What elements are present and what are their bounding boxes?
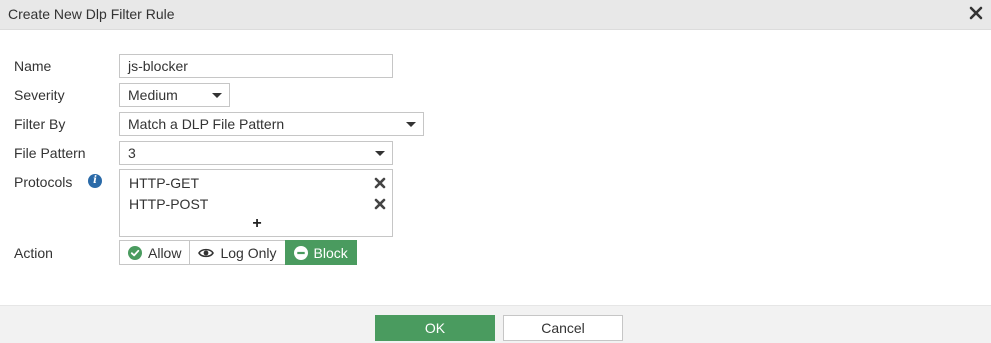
action-block-label: Block <box>313 244 348 261</box>
name-label: Name <box>14 58 52 74</box>
filter-by-value: Match a DLP File Pattern <box>128 116 285 132</box>
protocols-label: Protocols <box>14 174 73 190</box>
severity-select[interactable]: Medium <box>119 83 230 107</box>
check-circle-icon <box>128 245 142 260</box>
action-allow-button[interactable]: Allow <box>119 240 191 265</box>
minus-circle-icon <box>293 245 308 260</box>
dialog-titlebar: Create New Dlp Filter Rule <box>0 0 991 30</box>
protocols-list: HTTP-GET HTTP-POST + <box>119 169 393 237</box>
chevron-down-icon <box>212 93 222 98</box>
name-input[interactable]: js-blocker <box>119 54 393 78</box>
info-icon[interactable]: i <box>88 174 102 188</box>
action-block-button[interactable]: Block <box>284 240 357 265</box>
file-pattern-select[interactable]: 3 <box>119 141 393 165</box>
action-toggle-group: Allow Log Only Block <box>119 240 357 265</box>
name-value: js-blocker <box>128 58 188 74</box>
file-pattern-label: File Pattern <box>14 145 86 161</box>
remove-icon[interactable] <box>374 197 386 210</box>
remove-icon[interactable] <box>374 176 386 189</box>
chevron-down-icon <box>406 122 416 127</box>
filter-by-select[interactable]: Match a DLP File Pattern <box>119 112 424 136</box>
dialog-title: Create New Dlp Filter Rule <box>8 6 175 22</box>
filter-by-label: Filter By <box>14 116 66 132</box>
ok-button[interactable]: OK <box>375 315 495 341</box>
file-pattern-value: 3 <box>128 145 136 161</box>
action-label: Action <box>14 245 53 261</box>
cancel-button[interactable]: Cancel <box>503 315 623 341</box>
eye-icon <box>198 247 215 259</box>
severity-value: Medium <box>128 87 178 103</box>
dialog-footer: OK Cancel <box>0 305 991 343</box>
action-log-only-label: Log Only <box>220 244 277 261</box>
protocol-item: HTTP-GET <box>129 175 199 191</box>
protocol-item: HTTP-POST <box>129 196 209 212</box>
chevron-down-icon <box>375 151 385 156</box>
severity-label: Severity <box>14 87 65 103</box>
action-log-only-button[interactable]: Log Only <box>189 240 286 265</box>
close-icon[interactable] <box>967 4 985 22</box>
plus-icon[interactable]: + <box>250 216 264 232</box>
action-allow-label: Allow <box>148 244 182 261</box>
